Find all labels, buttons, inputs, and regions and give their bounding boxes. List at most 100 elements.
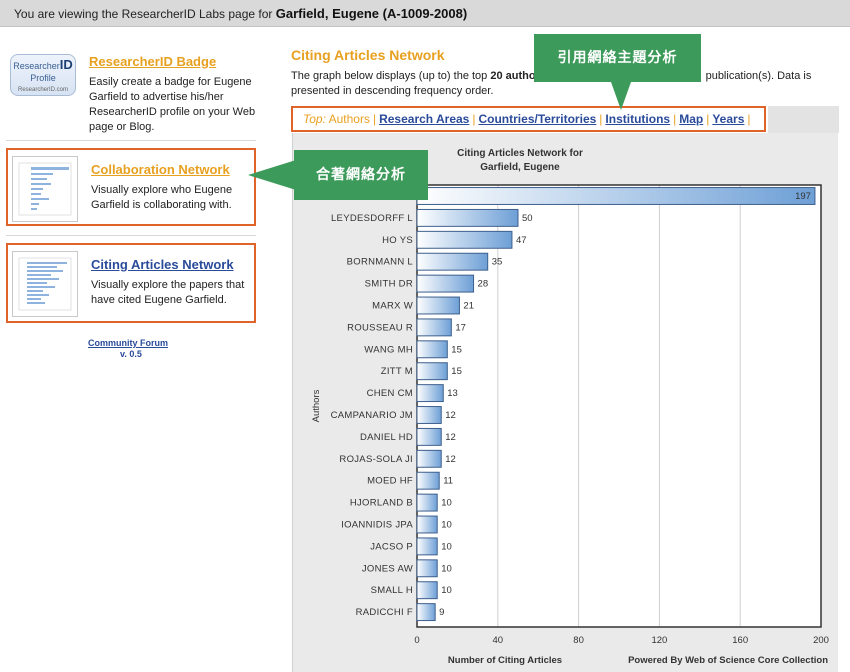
x-tick-label: 0 (414, 635, 419, 646)
x-tick-label: 80 (573, 635, 584, 646)
data-label: 50 (522, 213, 533, 224)
data-label: 21 (463, 301, 474, 312)
plot-area (417, 185, 821, 627)
x-tick-label: 40 (493, 635, 504, 646)
bar (416, 406, 442, 424)
tick-label: RADICCHI F (356, 607, 413, 618)
x-axis-label: Number of Citing Articles (448, 655, 562, 666)
tick-label: CHEN CM (367, 388, 413, 399)
data-label: 11 (443, 476, 453, 487)
tick-label: ROUSSEAU R (347, 322, 413, 333)
tick-label: LEYDESDORFF L (331, 213, 413, 224)
data-label: 10 (441, 520, 452, 531)
tab-map[interactable]: Map (679, 112, 703, 126)
bar (416, 559, 438, 578)
tick-label: JACSO P (370, 541, 413, 552)
data-label: 10 (441, 498, 452, 509)
divider (6, 140, 256, 141)
version-label: v. 0.5 (120, 349, 142, 359)
analysis-tabs: Top: Authors | Research Areas | Countries/Te… (291, 106, 766, 132)
tick-label: IOANNIDIS JPA (341, 520, 413, 531)
tick-label: WANG MH (364, 344, 413, 355)
thumbnail-chart-icon (18, 162, 72, 216)
tick-label: JONES AW (362, 563, 413, 574)
data-label: 15 (451, 344, 462, 355)
tab-institutions[interactable]: Institutions (605, 112, 670, 126)
bar (416, 187, 816, 205)
page-title: Citing Articles Network (291, 47, 445, 63)
x-tick-label: 120 (651, 635, 667, 646)
tab-research-areas[interactable]: Research Areas (379, 112, 469, 126)
data-label: 9 (439, 607, 444, 618)
bar (416, 427, 442, 446)
tick-label: CAMPANARIO JM (331, 410, 413, 421)
bar (416, 537, 438, 556)
citing-articles-network-link[interactable]: Citing Articles Network (91, 257, 234, 272)
chart-footer: Powered By Web of Science Core Collectio… (628, 655, 828, 666)
tick-label: SMITH DR (365, 279, 413, 290)
header-prefix: You are viewing the ResearcherID Labs pa… (14, 7, 273, 21)
data-label: 12 (445, 454, 456, 465)
tick-label: BORNMANN L (347, 257, 413, 268)
data-label: 13 (447, 388, 458, 399)
bar (416, 340, 448, 359)
tick-label: ZITT M (381, 366, 413, 377)
bar (416, 384, 444, 403)
tab-authors[interactable]: Authors (329, 112, 370, 126)
tick-label: HJORLAND B (350, 498, 413, 509)
bar (416, 318, 452, 337)
data-label: 47 (516, 235, 527, 246)
callout-coauthor-analysis: 合著網絡分析 (294, 150, 428, 200)
bar (416, 603, 436, 622)
bar (416, 449, 442, 468)
collaboration-description: Visually explore who Eugene Garfield is … (91, 184, 233, 211)
bar (416, 493, 438, 512)
bar (416, 362, 448, 381)
tick-label: ROJAS-SOLA JI (339, 454, 413, 465)
chart-panel: Citing Articles Network for Garfield, Eu… (292, 106, 839, 672)
researcherid-logo[interactable]: ResearcherID Profile ResearcherID.com (10, 54, 76, 96)
bar (416, 252, 489, 271)
community-forum-link[interactable]: Community Forum (88, 338, 168, 348)
callout-citation-topic-analysis: 引用網絡主題分析 (534, 34, 701, 82)
y-axis-label: Authors (311, 389, 322, 422)
tick-label: MOED HF (367, 476, 413, 487)
citing-articles-bar-chart: 197 LEYDESDORFF L 50 HO YS 47 BORNMANN L 35 SMI… (311, 184, 829, 666)
data-label: 15 (451, 366, 462, 377)
citing-description: Visually explore the papers that have ci… (91, 279, 245, 306)
researcher-name: Garfield, Eugene (A-1009-2008) (275, 6, 468, 21)
bar (416, 208, 519, 227)
page-header-bar: You are viewing the ResearcherID Labs pa… (0, 0, 850, 27)
collaboration-thumbnail[interactable] (12, 156, 78, 222)
bar (416, 230, 513, 249)
tabs-top-label: Top: (303, 112, 326, 126)
tick-label: HO YS (382, 235, 413, 246)
divider (6, 235, 256, 236)
callout-mid-arrow (248, 160, 296, 190)
x-tick-label: 200 (813, 635, 829, 646)
data-label: 17 (455, 322, 466, 333)
tab-countries-territories[interactable]: Countries/Territories (478, 112, 596, 126)
data-label: 12 (445, 410, 456, 421)
bar (416, 471, 440, 490)
citing-thumbnail[interactable] (12, 251, 78, 317)
sidebar: ResearcherID Profile ResearcherID.com Re… (0, 36, 262, 366)
data-label: 12 (445, 432, 456, 443)
tick-label: MARX W (372, 301, 413, 312)
data-label: 10 (441, 563, 452, 574)
bar (416, 296, 460, 315)
widget-researcherid-badge: ResearcherID Profile ResearcherID.com Re… (6, 42, 256, 136)
bar (416, 274, 475, 293)
data-label: 197 (795, 191, 811, 202)
tab-years[interactable]: Years (712, 112, 744, 126)
data-label: 28 (478, 279, 489, 290)
badge-description: Easily create a badge for Eugene Garfiel… (89, 76, 256, 133)
bar (416, 581, 438, 600)
widget-citing-articles-network: Citing Articles Network Visually explore… (6, 243, 256, 323)
badge-link[interactable]: ResearcherID Badge (89, 54, 216, 69)
x-tick-label: 160 (732, 635, 748, 646)
tick-label: DANIEL HD (360, 432, 413, 443)
bar (416, 515, 438, 534)
data-label: 10 (441, 585, 452, 596)
data-label: 35 (492, 257, 503, 268)
